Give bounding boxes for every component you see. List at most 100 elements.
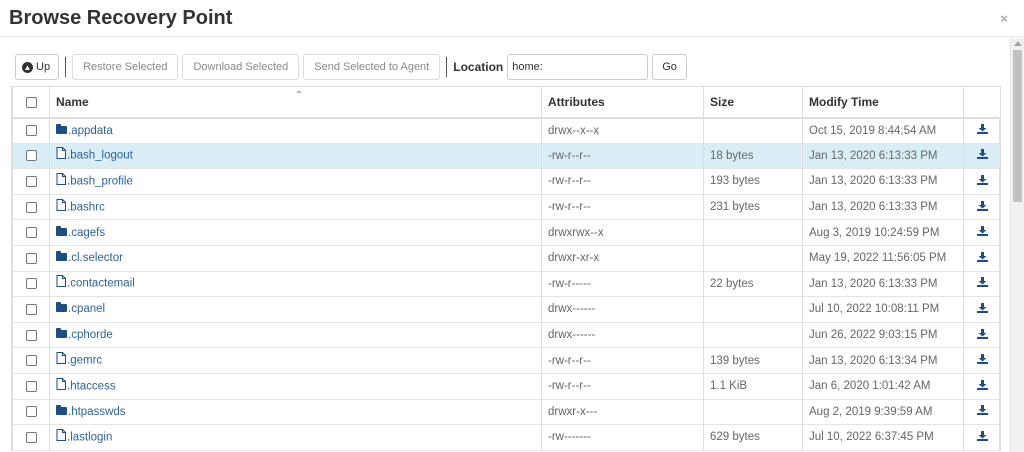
file-table: Name Attributes Size Modify Time .appdat…	[11, 86, 1001, 451]
vertical-scrollbar[interactable]	[1010, 38, 1024, 452]
file-name-link[interactable]: .cpanel	[68, 303, 105, 315]
folder-icon	[56, 123, 67, 134]
select-all-checkbox[interactable]	[25, 97, 37, 109]
attributes-cell: drwx------	[541, 296, 704, 323]
attributes-cell: -rw-r-----	[541, 270, 704, 298]
download-icon[interactable]	[976, 379, 988, 393]
row-checkbox[interactable]	[25, 303, 37, 315]
row-checkbox[interactable]	[25, 201, 37, 213]
row-select-cell	[12, 270, 50, 298]
name-cell: .cphorde	[49, 321, 542, 349]
row-checkbox[interactable]	[25, 278, 37, 290]
file-icon	[56, 147, 66, 162]
file-name-link[interactable]: .gemrc	[67, 355, 102, 367]
download-icon[interactable]	[976, 354, 988, 367]
table-row[interactable]: .bash_logout -rw-r--r-- 18 bytes Jan 13, 20…	[12, 142, 1001, 170]
size-cell: 629 bytes	[703, 424, 803, 451]
file-name-link[interactable]: .cphorde	[68, 329, 113, 341]
download-icon[interactable]	[976, 328, 988, 342]
name-cell: .bash_logout	[49, 142, 542, 170]
file-icon	[56, 198, 66, 214]
name-cell: .htpasswds	[49, 398, 542, 426]
file-name-link[interactable]: .htpasswds	[68, 406, 126, 418]
table-row[interactable]: .htpasswds drwxr-x--- Aug 2, 2019 9:39:59 …	[12, 398, 1001, 426]
column-header-name-label: Name	[56, 94, 89, 109]
row-checkbox[interactable]	[25, 329, 37, 341]
download-icon[interactable]	[976, 302, 988, 316]
column-header-modify-time[interactable]: Modify Time	[802, 86, 964, 119]
download-icon[interactable]	[976, 251, 988, 265]
table-row[interactable]: .cl.selector drwxr-xr-x May 19, 2022 11:56…	[12, 244, 1001, 272]
size-cell	[703, 244, 803, 272]
file-name-link[interactable]: .appdata	[68, 125, 113, 137]
table-header-row: Name Attributes Size Modify Time	[12, 86, 1001, 119]
table-row[interactable]: .htaccess -rw-r--r-- 1.1 KiB Jan 6, 2020 1:…	[12, 372, 1001, 400]
attributes-cell: -rw-r--r--	[541, 193, 704, 221]
file-name-link[interactable]: .cl.selector	[68, 252, 123, 264]
location-input[interactable]	[507, 54, 649, 80]
file-icon	[56, 377, 66, 393]
download-icon[interactable]	[976, 277, 988, 290]
up-button[interactable]: ▲ Up	[15, 54, 60, 80]
download-icon[interactable]	[976, 149, 988, 162]
row-checkbox[interactable]	[25, 406, 37, 418]
download-icon[interactable]	[976, 430, 988, 444]
table-row[interactable]: .cagefs drwxrwx--x Aug 3, 2019 10:24:59 PM	[12, 219, 1001, 246]
row-select-cell	[12, 296, 50, 323]
row-checkbox[interactable]	[25, 355, 37, 367]
attributes-cell: -rw-r--r--	[541, 168, 704, 195]
table-row[interactable]: .cphorde drwx------ Jun 26, 2022 9:03:15 P…	[12, 321, 1001, 349]
file-name-link[interactable]: .htaccess	[67, 380, 116, 392]
file-icon	[56, 428, 66, 444]
file-name-link[interactable]: .bash_logout	[67, 150, 133, 162]
download-icon[interactable]	[976, 405, 988, 418]
row-checkbox[interactable]	[25, 380, 37, 392]
download-icon[interactable]	[976, 200, 988, 214]
row-checkbox[interactable]	[25, 150, 37, 162]
folder-icon	[56, 225, 67, 236]
row-checkbox[interactable]	[25, 125, 37, 137]
download-icon[interactable]	[976, 174, 988, 188]
column-header-attributes[interactable]: Attributes	[541, 86, 704, 119]
modify-time-cell: May 19, 2022 11:56:05 PM	[802, 244, 964, 272]
attributes-cell: drwxrwx--x	[541, 219, 704, 246]
table-row[interactable]: .contactemail -rw-r----- 22 bytes Jan 13, 2…	[12, 270, 1001, 298]
folder-icon	[56, 251, 67, 262]
file-name-link[interactable]: .bashrc	[67, 201, 105, 213]
file-name-link[interactable]: .contactemail	[67, 278, 135, 290]
scroll-up-arrow-icon[interactable]	[1014, 41, 1022, 46]
table-row[interactable]: .cpanel drwx------ Jul 10, 2022 10:08:11 P…	[12, 296, 1001, 323]
row-checkbox[interactable]	[25, 175, 37, 187]
size-cell	[703, 321, 803, 349]
file-name-link[interactable]: .cagefs	[68, 227, 105, 239]
download-selected-button[interactable]: Download Selected	[182, 54, 300, 80]
close-icon[interactable]: ×	[1000, 11, 1008, 26]
file-name-link[interactable]: .lastlogin	[67, 431, 112, 443]
column-header-name[interactable]: Name	[49, 86, 542, 119]
row-checkbox[interactable]	[25, 227, 37, 239]
row-select-cell	[12, 219, 50, 246]
table-row[interactable]: .bashrc -rw-r--r-- 231 bytes Jan 13, 2020 6…	[12, 193, 1001, 221]
scroll-thumb[interactable]	[1013, 50, 1022, 202]
download-icon[interactable]	[976, 124, 988, 137]
size-cell	[703, 296, 803, 323]
restore-selected-button[interactable]: Restore Selected	[72, 54, 179, 80]
name-cell: .appdata	[49, 117, 542, 144]
download-icon[interactable]	[976, 226, 988, 239]
row-checkbox[interactable]	[25, 252, 37, 264]
download-cell	[963, 117, 1001, 144]
download-cell	[963, 372, 1001, 400]
column-header-size[interactable]: Size	[703, 86, 803, 119]
sort-caret-icon	[296, 90, 302, 93]
go-button[interactable]: Go	[652, 54, 687, 80]
row-checkbox[interactable]	[25, 431, 37, 443]
table-row[interactable]: .bash_profile -rw-r--r-- 193 bytes Jan 13, …	[12, 168, 1001, 195]
table-row[interactable]: .appdata drwx--x--x Oct 15, 2019 8:44:54 A…	[12, 117, 1001, 144]
row-select-cell	[12, 372, 50, 400]
send-selected-to-agent-button[interactable]: Send Selected to Agent	[303, 54, 441, 80]
file-name-link[interactable]: .bash_profile	[67, 176, 133, 188]
name-cell: .cagefs	[49, 219, 542, 246]
attributes-cell: drwxr-xr-x	[541, 244, 704, 272]
table-row[interactable]: .lastlogin -rw------- 629 bytes Jul 10, 202…	[12, 424, 1001, 451]
table-row[interactable]: .gemrc -rw-r--r-- 139 bytes Jan 13, 2020 6:…	[12, 347, 1001, 374]
